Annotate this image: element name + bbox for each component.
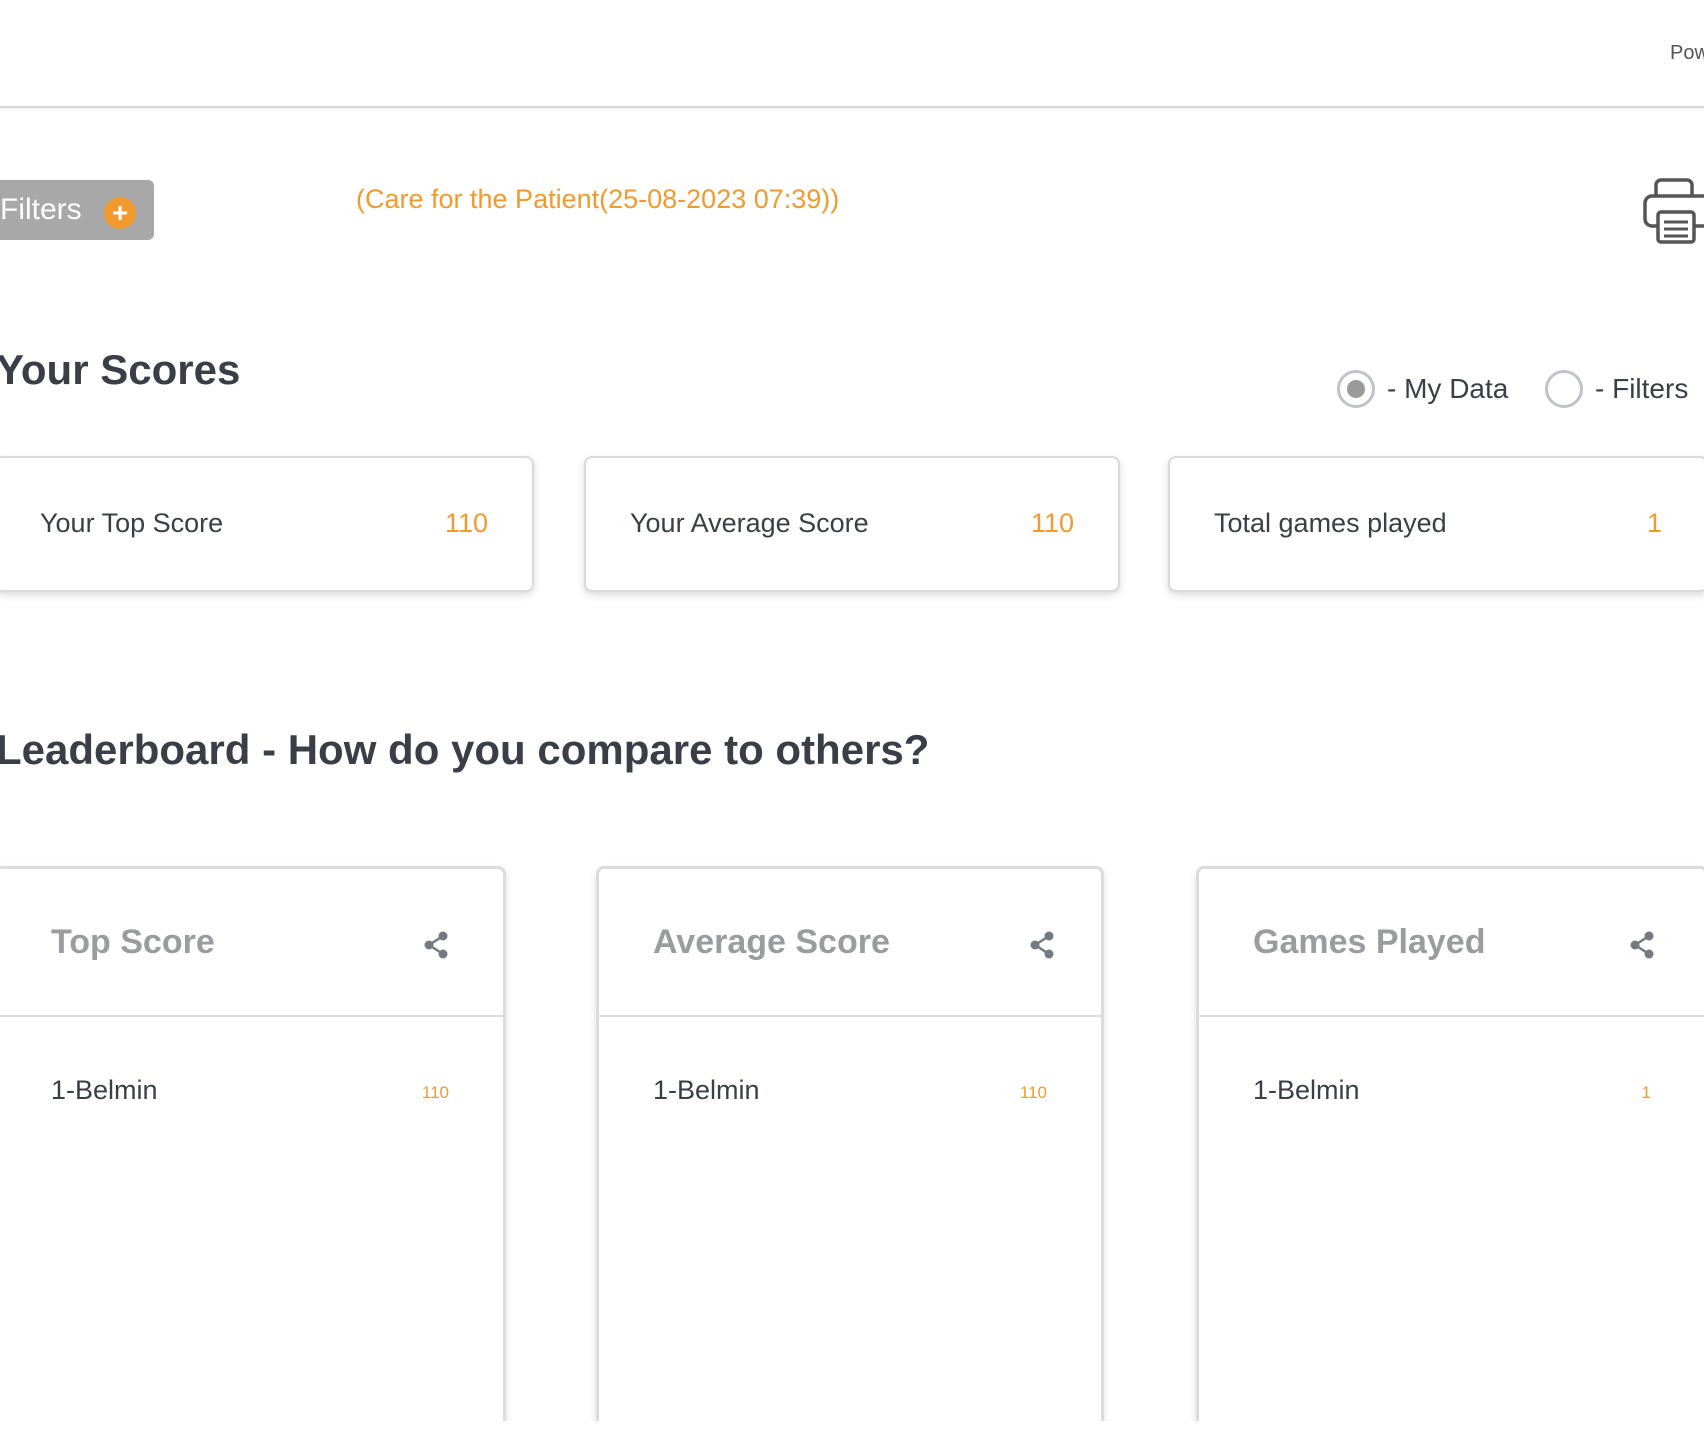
context-title: (Care for the Patient(25-08-2023 07:39)): [356, 184, 840, 214]
radio-filters[interactable]: - Filters: [1545, 370, 1688, 408]
leaderboard-card-title: Average Score: [653, 923, 890, 961]
share-icon[interactable]: [421, 929, 451, 961]
score-card-label: Your Average Score: [630, 508, 869, 538]
score-card-value: 1: [1646, 508, 1662, 538]
radio-filters-label: - Filters: [1595, 373, 1689, 404]
leaderboard-row-name: 1-Belmin: [653, 1075, 760, 1105]
leaderboard-card-header: Average Score: [599, 869, 1101, 1017]
leaderboard-title: Leaderboard - How do you compare to othe…: [0, 726, 930, 773]
leaderboard-card-average-score: Average Score 1-Belmin 110: [596, 866, 1104, 1434]
radio-my-data-label: - My Data: [1387, 373, 1509, 404]
powered-by-text: Pow: [1670, 42, 1704, 64]
share-icon[interactable]: [1027, 929, 1057, 961]
score-card-label: Total games played: [1214, 508, 1447, 538]
leaderboard-card-games-played: Games Played 1-Belmin 1: [1196, 866, 1704, 1434]
score-card-value: 110: [1030, 508, 1074, 538]
score-card-top-score: Your Top Score 110: [0, 456, 534, 592]
leaderboard-row: 1-Belmin 1: [1253, 1075, 1651, 1115]
bottom-edge: [0, 1421, 1704, 1434]
leaderboard-row: 1-Belmin 110: [51, 1075, 449, 1115]
score-card-label: Your Top Score: [40, 508, 224, 538]
radio-my-data[interactable]: - My Data: [1337, 370, 1508, 408]
your-scores-title: Your Scores: [0, 346, 241, 393]
leaderboard-row-value: 110: [1019, 1083, 1047, 1102]
radio-filters-circle[interactable]: [1545, 370, 1583, 408]
score-card-value: 110: [444, 508, 488, 538]
top-header: Pow: [0, 0, 1704, 108]
leaderboard-row: 1-Belmin 110: [653, 1075, 1047, 1115]
leaderboard-card-title: Games Played: [1253, 923, 1486, 961]
leaderboard-card-top-score: Top Score 1-Belmin 110: [0, 866, 506, 1434]
leaderboard-card-title: Top Score: [51, 923, 215, 961]
share-icon[interactable]: [1627, 929, 1657, 961]
radio-my-data-circle[interactable]: [1337, 370, 1375, 408]
leaderboard-row-name: 1-Belmin: [1253, 1075, 1360, 1105]
filters-button[interactable]: Filters +: [0, 180, 154, 240]
printer-icon[interactable]: [1642, 176, 1704, 246]
score-card-games-played: Total games played 1: [1168, 456, 1704, 592]
leaderboard-row-value: 1: [1641, 1083, 1651, 1102]
leaderboard-card-header: Games Played: [1199, 869, 1704, 1017]
leaderboard-row-name: 1-Belmin: [51, 1075, 158, 1105]
filters-button-label: Filters: [0, 193, 82, 226]
plus-icon[interactable]: +: [104, 197, 136, 229]
leaderboard-card-header: Top Score: [0, 869, 503, 1017]
score-card-average-score: Your Average Score 110: [584, 456, 1120, 592]
leaderboard-row-value: 110: [421, 1083, 449, 1102]
